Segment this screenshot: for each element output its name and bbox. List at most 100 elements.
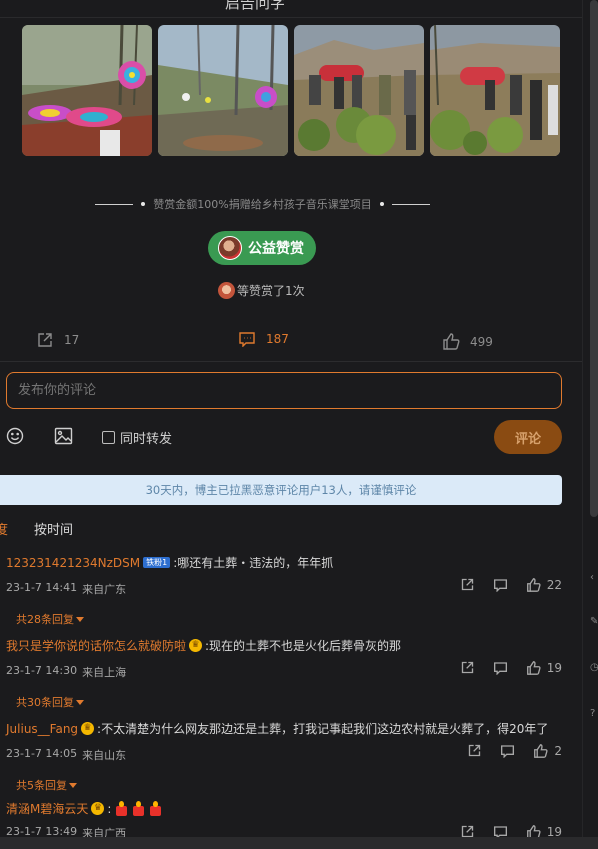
like-count: 499	[470, 334, 493, 349]
checkbox[interactable]	[102, 431, 115, 444]
reward-count[interactable]: 等赞赏了1次	[218, 282, 305, 299]
view-replies-link[interactable]: 共5条回复	[16, 777, 562, 793]
reward-button-label: 公益赞赏	[248, 241, 304, 257]
comment-like-count: 22	[546, 577, 562, 592]
caret-down-icon	[69, 782, 77, 788]
divider	[391, 203, 431, 205]
replies-count: 共5条回复	[16, 779, 67, 792]
fan-badge: 铁粉1	[143, 557, 171, 568]
replies-count: 共28条回复	[16, 613, 74, 626]
thumbs-up-icon	[526, 577, 541, 592]
share-icon[interactable]	[460, 577, 475, 592]
comment-text: :现在的土葬不也是火化后葬骨灰的那	[205, 639, 402, 653]
comment-like-count: 2	[554, 743, 562, 758]
thumbs-up-icon	[443, 333, 460, 350]
reply-icon[interactable]	[493, 578, 508, 592]
comment-line: Julius__Fang ♛ :不太清楚为什么网友那边还是土葬，打我记事起我们这…	[6, 720, 562, 737]
top-bar: 启告问字	[0, 0, 582, 18]
sort-by-time[interactable]: 按时间	[34, 519, 73, 538]
divider-dot	[141, 202, 146, 206]
crown-icon: ♛	[189, 639, 203, 652]
donation-banner: 赞赏金额100%捐赠给乡村孩子音乐课堂项目	[95, 196, 431, 212]
bottom-scrollbar	[0, 837, 598, 849]
comment-item: 我只是学你说的话你怎么就破防啦 ♛ :现在的土葬不也是火化后葬骨灰的那 23-1…	[6, 637, 562, 710]
divider	[0, 361, 582, 362]
comment-location: 来自上海	[82, 666, 127, 679]
comment-username[interactable]: 123231421234NzDSM	[6, 556, 140, 570]
view-replies-link[interactable]: 共28条回复	[16, 611, 562, 627]
reward-button[interactable]: 公益赞赏	[208, 231, 316, 265]
sort-by-hot[interactable]: 度	[0, 519, 8, 538]
caret-down-icon	[76, 699, 84, 705]
rail-chevron-icon[interactable]: ‹	[590, 572, 594, 583]
share-icon[interactable]	[460, 660, 475, 675]
comment-text: :哪还有土葬・违法的，年年抓	[173, 556, 334, 570]
post-title: 启告问字	[225, 0, 286, 12]
comment-button[interactable]: 187	[238, 331, 289, 347]
comment-text: :	[107, 801, 112, 816]
comment-actions: 22	[460, 577, 562, 592]
comment-time: 23-1-7 14:41	[6, 581, 78, 594]
comment-actions: 2	[467, 743, 562, 758]
author-avatar	[218, 236, 242, 260]
donation-text: 赞赏金额100%捐赠给乡村孩子音乐课堂项目	[153, 198, 372, 211]
comment-item: Julius__Fang ♛ :不太清楚为什么网友那边还是土葬，打我记事起我们这…	[6, 720, 562, 793]
scrollbar[interactable]	[590, 0, 598, 517]
photo-2[interactable]	[158, 25, 288, 156]
repost-count: 17	[64, 333, 80, 347]
reply-icon[interactable]	[493, 661, 508, 675]
comment-actions: 19	[460, 660, 562, 675]
reward-count-text: 等赞赏了1次	[237, 284, 305, 298]
image-icon[interactable]	[54, 427, 73, 445]
divider	[95, 203, 134, 205]
crown-icon: ♛	[91, 802, 105, 815]
comment-time: 23-1-7 14:05	[6, 747, 78, 760]
rail-help-icon[interactable]: ?	[590, 708, 595, 719]
repost-button[interactable]: 17	[36, 331, 79, 349]
comment-username[interactable]: 我只是学你说的话你怎么就破防啦	[6, 637, 186, 654]
photo-grid	[22, 25, 560, 156]
post-actions: 17 187 499	[0, 331, 582, 353]
candle-emoji-icon	[148, 801, 162, 816]
comment-line: 我只是学你说的话你怎么就破防啦 ♛ :现在的土葬不也是火化后葬骨灰的那	[6, 637, 562, 654]
comment-item: 清涵M碧海云天 ♛ : 23-1-7 13:49 来自广西 19	[6, 800, 562, 841]
comment-like-button[interactable]: 22	[526, 578, 562, 592]
caret-down-icon	[76, 616, 84, 622]
comment-location: 来自广东	[82, 583, 127, 596]
comment-username[interactable]: 清涵M碧海云天	[6, 800, 88, 817]
comment-text: :不太清楚为什么网友那边还是土葬，打我记事起我们这边农村就是火葬了，得20年了	[97, 722, 549, 736]
also-repost-checkbox[interactable]: 同时转发	[102, 428, 172, 447]
comment-like-button[interactable]: 19	[526, 661, 562, 675]
photo-1[interactable]	[22, 25, 152, 156]
rail-clock-icon[interactable]: ◷	[590, 662, 598, 673]
like-button[interactable]: 499	[442, 333, 493, 350]
comment-username[interactable]: Julius__Fang	[6, 722, 78, 736]
comment-count: 187	[266, 332, 289, 346]
rewarder-avatar	[218, 282, 235, 299]
share-icon[interactable]	[467, 743, 482, 758]
comment-line: 123231421234NzDSM 铁粉1 :哪还有土葬・违法的，年年抓	[6, 554, 562, 571]
reply-icon[interactable]	[500, 744, 515, 758]
comment-tools: 同时转发 评论	[0, 420, 582, 456]
rail-edit-icon[interactable]: ✎	[590, 616, 598, 627]
comment-icon	[239, 332, 255, 347]
comment-time: 23-1-7 14:30	[6, 664, 78, 677]
emoji-icon[interactable]	[6, 427, 24, 445]
candle-emoji-icon	[114, 801, 128, 816]
comment-line: 清涵M碧海云天 ♛ :	[6, 800, 562, 817]
divider-dot	[379, 202, 384, 206]
comment-like-button[interactable]: 2	[533, 744, 562, 758]
submit-comment-button[interactable]: 评论	[494, 420, 562, 454]
share-icon	[38, 333, 52, 347]
candle-emoji-icon	[131, 801, 145, 816]
repost-label: 同时转发	[120, 432, 173, 447]
crown-icon: ♛	[81, 722, 95, 735]
photo-4[interactable]	[430, 25, 560, 156]
moderation-notice: 30天内，博主已拉黑恶意评论用户13人，请谨慎评论	[0, 475, 562, 505]
thumbs-up-icon	[526, 660, 541, 675]
comment-like-count: 19	[546, 660, 562, 675]
view-replies-link[interactable]: 共30条回复	[16, 694, 562, 710]
comment-input[interactable]	[6, 372, 562, 409]
thumbs-up-icon	[534, 743, 548, 758]
photo-3[interactable]	[294, 25, 424, 156]
